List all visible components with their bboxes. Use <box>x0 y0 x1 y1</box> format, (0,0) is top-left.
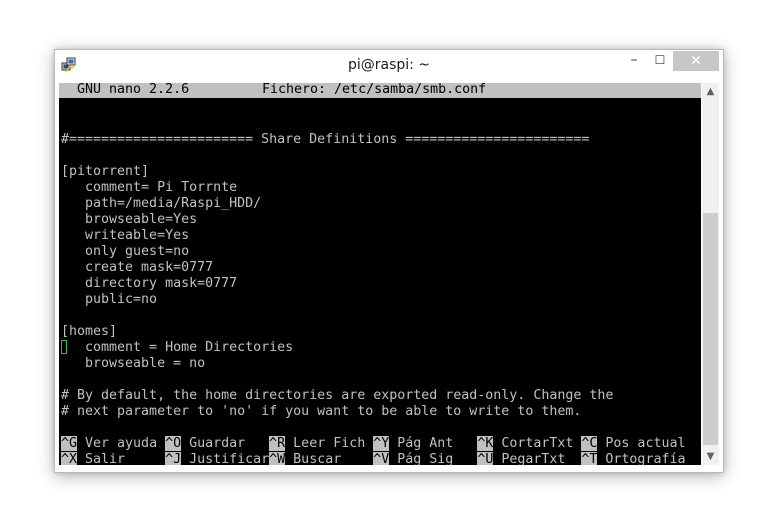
shortcut-key[interactable]: ^J <box>165 452 182 465</box>
editor-line: # By default, the home directories are e… <box>61 388 614 403</box>
editor-line: [homes] <box>61 324 118 339</box>
shortcut-label[interactable]: PegarTxt <box>493 452 581 465</box>
vertical-scrollbar[interactable]: ▲ ▼ <box>702 83 719 465</box>
shortcut-label[interactable]: CortarTxt <box>493 436 581 451</box>
shortcut-label[interactable]: Justificar <box>181 452 269 465</box>
shortcut-label[interactable]: Pos actual <box>597 436 685 451</box>
editor-line: # next parameter to 'no' if you want to … <box>61 404 582 419</box>
nano-header-bar: GNU nano 2.2.6 Fichero: /etc/samba/smb.c… <box>59 83 701 98</box>
editor-line: browseable=Yes <box>61 212 198 227</box>
shortcut-key[interactable]: ^R <box>269 436 286 451</box>
minimize-button[interactable]: – <box>621 51 647 71</box>
shortcut-label[interactable]: Salir <box>77 452 165 465</box>
shortcut-key[interactable]: ^C <box>581 436 598 451</box>
shortcut-label[interactable]: Pág Ant <box>389 436 477 451</box>
maximize-button[interactable]: ☐ <box>647 51 673 71</box>
editor-line: path=/media/Raspi_HDD/ <box>61 196 262 211</box>
shortcut-key[interactable]: ^V <box>373 452 390 465</box>
scroll-thumb[interactable] <box>703 213 718 445</box>
shortcut-key[interactable]: ^U <box>477 452 494 465</box>
shortcut-row-1: ^G Ver ayuda ^O Guardar ^R Leer Fich ^Y … <box>61 436 685 452</box>
shortcut-key[interactable]: ^G <box>61 436 78 451</box>
shortcut-key[interactable]: ^Y <box>373 436 390 451</box>
shortcut-label[interactable]: Leer Fich <box>285 436 373 451</box>
shortcut-label[interactable]: Pág Sig <box>389 452 477 465</box>
shortcut-label[interactable]: Ortografía <box>597 452 685 465</box>
editor-line: #======================= Share Definitio… <box>61 132 590 147</box>
editor-line: comment = Home Directories <box>61 340 294 355</box>
shortcut-key[interactable]: ^T <box>581 452 598 465</box>
nano-file-label: Fichero: /etc/samba/smb.conf <box>262 83 487 97</box>
editor-line: [pitorrent] <box>61 164 150 179</box>
shortcut-label[interactable]: Ver ayuda <box>77 436 165 451</box>
shortcut-label[interactable]: Buscar <box>285 452 373 465</box>
editor-line: comment= Pi Torrnte <box>61 180 238 195</box>
editor-line: public=no <box>61 292 158 307</box>
shortcut-key[interactable]: ^K <box>477 436 494 451</box>
editor-line: writeable=Yes <box>61 228 190 243</box>
scroll-down-icon[interactable]: ▼ <box>702 448 719 465</box>
shortcut-key[interactable]: ^W <box>269 452 286 465</box>
title-bar[interactable]: pi@raspi: ~ – ☐ ✕ <box>55 50 723 81</box>
editor-line: browseable = no <box>61 356 206 371</box>
close-button[interactable]: ✕ <box>673 51 719 71</box>
shortcut-key[interactable]: ^O <box>165 436 182 451</box>
terminal-area[interactable]: GNU nano 2.2.6 Fichero: /etc/samba/smb.c… <box>59 83 701 465</box>
shortcut-key[interactable]: ^X <box>61 452 78 465</box>
editor-line: directory mask=0777 <box>61 276 238 291</box>
editor-line: only guest=no <box>61 244 190 259</box>
putty-window: pi@raspi: ~ – ☐ ✕ GNU nano 2.2.6 Fichero… <box>54 49 724 473</box>
nano-version: GNU nano 2.2.6 <box>77 83 190 97</box>
scroll-up-icon[interactable]: ▲ <box>702 83 719 100</box>
editor-line: create mask=0777 <box>61 260 214 275</box>
text-cursor <box>61 340 67 354</box>
shortcut-row-2: ^X Salir ^J Justificar^W Buscar ^V Pág S… <box>61 452 685 465</box>
shortcut-label[interactable]: Guardar <box>181 436 269 451</box>
